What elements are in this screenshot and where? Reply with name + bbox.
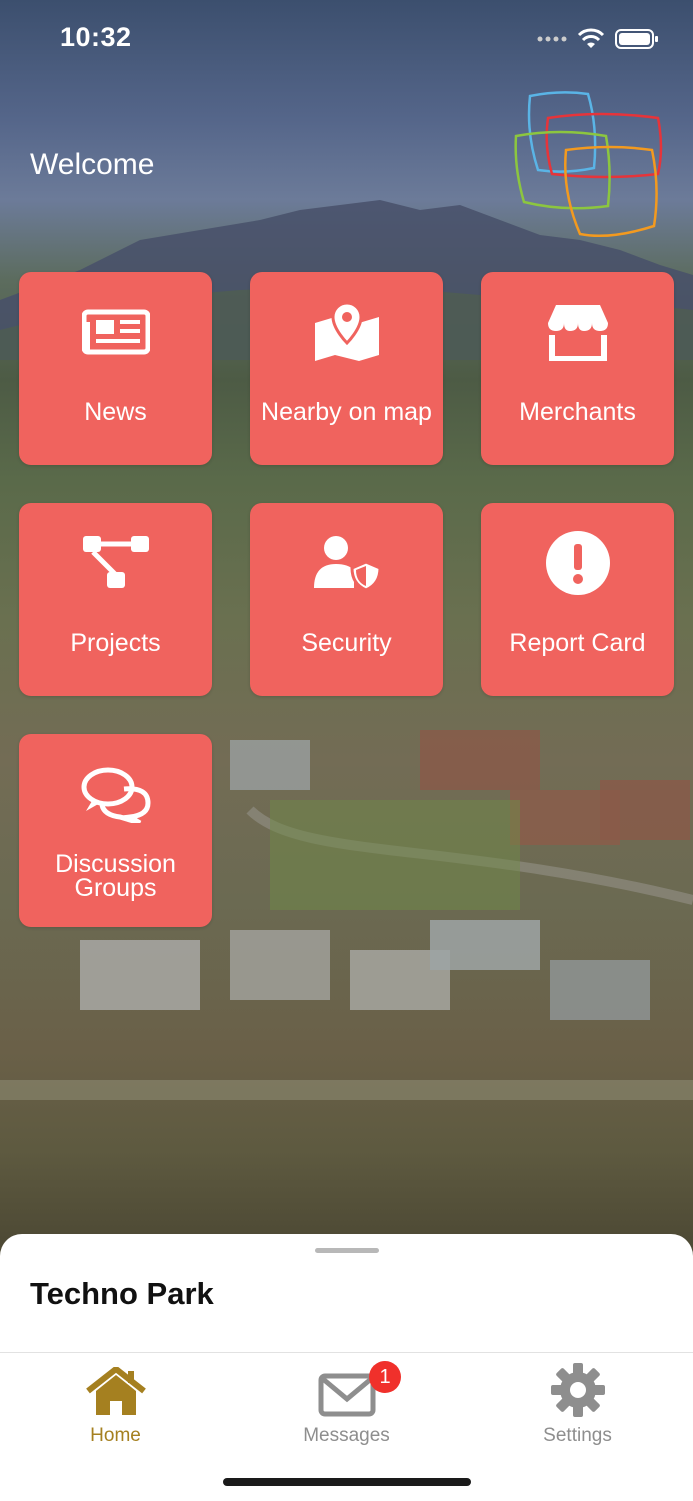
status-time: 10:32 bbox=[60, 22, 132, 52]
user-shield-icon bbox=[250, 531, 443, 595]
unread-badge: 1 bbox=[369, 1361, 401, 1393]
tile-label: Projects bbox=[70, 629, 161, 657]
tile-label: Nearby on map bbox=[261, 398, 432, 426]
gear-icon bbox=[462, 1361, 693, 1417]
map-pin-icon bbox=[250, 300, 443, 364]
home-icon bbox=[0, 1361, 231, 1417]
project-tree-icon bbox=[19, 531, 212, 595]
tab-label: Settings bbox=[543, 1425, 612, 1446]
campus-buildings bbox=[0, 730, 693, 1100]
tab-settings[interactable]: Settings bbox=[462, 1361, 693, 1447]
tile-merchants[interactable]: Merchants bbox=[481, 272, 674, 465]
chat-bubbles-icon bbox=[19, 762, 212, 826]
tile-projects[interactable]: Projects bbox=[19, 503, 212, 696]
wifi-icon bbox=[577, 28, 605, 48]
sheet-title: Techno Park bbox=[30, 1276, 214, 1311]
store-icon bbox=[481, 300, 674, 364]
status-bar: 10:32 bbox=[0, 0, 693, 80]
newspaper-icon bbox=[19, 300, 212, 364]
tile-security[interactable]: Security bbox=[250, 503, 443, 696]
tile-discussion-groups[interactable]: Discussion Groups bbox=[19, 734, 212, 927]
tab-home[interactable]: Home bbox=[0, 1361, 231, 1447]
envelope-icon: 1 bbox=[231, 1361, 462, 1417]
welcome-heading: Welcome bbox=[30, 148, 155, 181]
tile-label: News bbox=[84, 398, 147, 426]
exclamation-circle-icon bbox=[481, 531, 674, 595]
sheet-drag-handle[interactable] bbox=[315, 1248, 379, 1253]
tile-news[interactable]: News bbox=[19, 272, 212, 465]
tile-label-line1: Discussion bbox=[55, 850, 176, 878]
tile-label: Discussion Groups bbox=[23, 850, 208, 902]
tile-label: Security bbox=[301, 629, 392, 657]
tile-nearby-on-map[interactable]: Nearby on map bbox=[250, 272, 443, 465]
status-icons bbox=[537, 28, 659, 50]
tile-label: Merchants bbox=[519, 398, 636, 426]
tile-label-line2: Groups bbox=[74, 874, 157, 902]
bottom-sheet[interactable]: Techno Park bbox=[0, 1234, 693, 1354]
home-indicator[interactable] bbox=[223, 1478, 471, 1486]
signal-icon bbox=[537, 36, 567, 42]
tab-label: Messages bbox=[303, 1425, 390, 1446]
techno-park-logo bbox=[514, 91, 663, 238]
tile-label: Report Card bbox=[509, 629, 646, 657]
tab-label: Home bbox=[90, 1425, 141, 1446]
tab-messages[interactable]: 1 Messages bbox=[231, 1361, 462, 1447]
battery-icon bbox=[615, 29, 658, 49]
tile-report-card[interactable]: Report Card bbox=[481, 503, 674, 696]
